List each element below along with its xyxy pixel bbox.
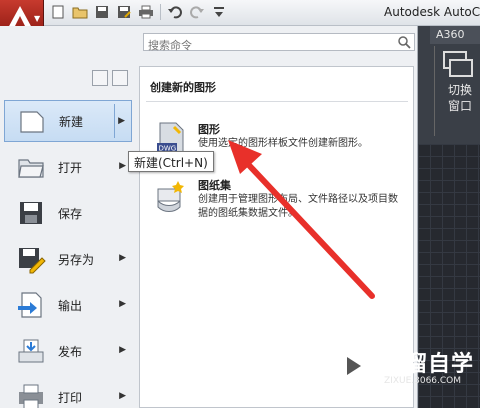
chevron-down-icon: ▼ [34, 14, 41, 23]
new-document-icon [20, 111, 44, 133]
menu-item-publish[interactable]: 发布 ▶ [4, 330, 132, 372]
entry-title: 图形 [198, 123, 220, 136]
sheet-set-icon [157, 181, 184, 212]
open-documents-icon[interactable] [112, 70, 128, 86]
chevron-right-icon[interactable]: ▶ [119, 161, 126, 171]
entry-description: 使用选定的图形样板文件创建新图形。 [198, 138, 368, 149]
title-bar: Autodesk AutoCA [0, 0, 480, 26]
autocad-window: Autodesk AutoCA ▼ A360 切换 窗口 搜索命令 新建 ▶ 打… [0, 0, 480, 408]
menu-item-open[interactable]: 打开 ▶ [4, 146, 132, 188]
switch-windows-line1: 切换 [447, 83, 472, 97]
save-as-disk-icon [19, 248, 46, 274]
watermark-subtext: ZIXUE.3066.COM [384, 376, 462, 386]
menu-item-save-as[interactable]: 另存为 ▶ [4, 238, 132, 280]
undo-icon[interactable] [167, 4, 183, 20]
menu-item-label: 打印 [58, 390, 83, 405]
split-divider [114, 104, 115, 138]
save-disk-icon [20, 202, 42, 224]
customize-icon[interactable] [211, 4, 227, 20]
new-icon[interactable] [50, 4, 66, 20]
ribbon-divider [434, 46, 435, 136]
entry-title: 图纸集 [198, 179, 231, 192]
publish-icon [18, 339, 44, 363]
entry-description: 创建用于管理图形布局、文件路径以及项目数据的图纸集数据文件。 [198, 194, 398, 219]
search-box [143, 33, 415, 54]
menu-item-label: 打开 [58, 160, 83, 175]
switch-windows-icon[interactable] [440, 50, 474, 80]
print-icon [19, 384, 43, 408]
open-folder-icon [18, 159, 44, 178]
chevron-right-icon[interactable]: ▶ [119, 345, 126, 355]
recent-docs-toolbar [92, 70, 128, 86]
divider [146, 101, 408, 102]
menu-item-label: 输出 [58, 298, 83, 313]
pane-title: 创建新的图形 [150, 81, 216, 94]
menu-item-save[interactable]: 保存 [4, 192, 132, 234]
entry-sheet-set[interactable]: 图纸集 创建用于管理图形布局、文件路径以及项目数据的图纸集数据文件。 [150, 177, 405, 229]
menu-item-label: 另存为 [58, 252, 95, 267]
open-icon[interactable] [72, 4, 88, 20]
quick-access-toolbar [50, 4, 227, 20]
menu-item-print[interactable]: 打印 ▶ [4, 376, 132, 408]
window-title: Autodesk AutoCA [384, 5, 480, 19]
switch-windows-line2: 窗口 [447, 99, 472, 113]
tab-a360[interactable]: A360 [430, 26, 480, 44]
save-icon[interactable] [94, 4, 110, 20]
menu-item-label: 发布 [58, 344, 83, 359]
chevron-right-icon[interactable]: ▶ [119, 299, 126, 309]
redo-icon[interactable] [189, 4, 205, 20]
export-icon [18, 292, 42, 318]
save-as-icon[interactable] [116, 4, 132, 20]
search-icon[interactable] [397, 35, 411, 49]
menu-item-label: 新建 [59, 114, 84, 129]
print-icon[interactable] [138, 4, 154, 20]
tooltip-new: 新建(Ctrl+N) [128, 151, 214, 172]
switch-windows-label[interactable]: 切换 窗口 [445, 82, 475, 114]
chevron-right-icon[interactable]: ▶ [118, 116, 125, 126]
watermark-text: 溜溜自学 [382, 352, 475, 377]
search-input[interactable] [144, 37, 394, 54]
chevron-right-icon[interactable]: ▶ [119, 253, 126, 263]
menu-item-new[interactable]: 新建 ▶ [4, 100, 132, 142]
menu-item-export[interactable]: 输出 ▶ [4, 284, 132, 326]
recent-documents-icon[interactable] [92, 70, 108, 86]
chevron-right-icon[interactable]: ▶ [119, 391, 126, 401]
menu-item-label: 保存 [58, 206, 83, 221]
watermark-logo-icon [330, 344, 374, 388]
watermark: 溜溜自学 ZIXUE.3066.COM [330, 340, 480, 400]
toolbar-separator [160, 4, 161, 20]
